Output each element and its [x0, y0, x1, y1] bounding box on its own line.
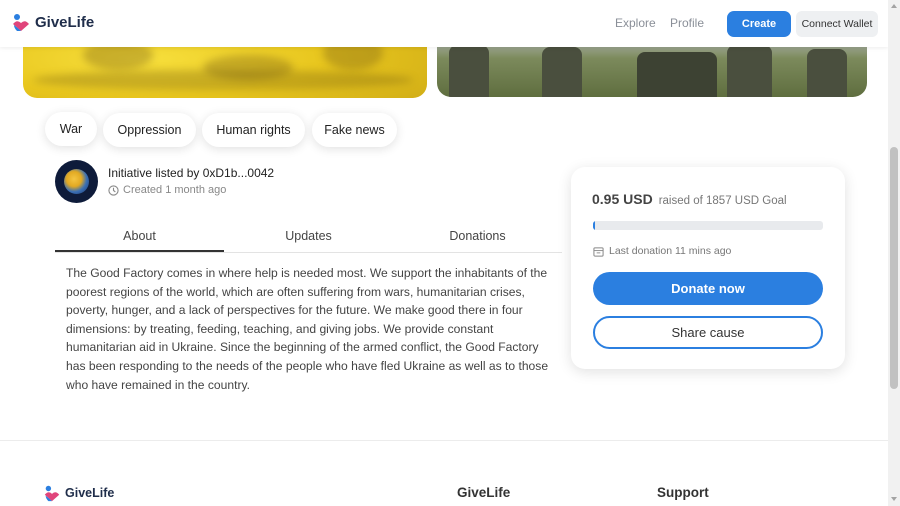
- initiative-listed-by: Initiative listed by 0xD1b...0042: [108, 166, 275, 180]
- nav-profile[interactable]: Profile: [670, 16, 704, 30]
- givelife-logo-icon: [44, 485, 60, 502]
- connect-wallet-button[interactable]: Connect Wallet: [796, 11, 878, 37]
- calendar-icon: [593, 246, 604, 257]
- footer-logo-text: GiveLife: [65, 486, 115, 500]
- donate-now-button[interactable]: Donate now: [593, 272, 823, 305]
- raised-amount: 0.95 USD: [592, 191, 653, 207]
- logo-text: GiveLife: [35, 13, 95, 31]
- share-cause-button[interactable]: Share cause: [593, 316, 823, 349]
- clock-icon: [108, 184, 119, 196]
- tag-oppression[interactable]: Oppression: [103, 113, 196, 147]
- logo[interactable]: GiveLife: [11, 12, 94, 32]
- create-button[interactable]: Create: [727, 11, 791, 37]
- created-time: Created 1 month ago: [108, 184, 226, 196]
- tab-updates[interactable]: Updates: [224, 222, 393, 252]
- created-text: Created 1 month ago: [123, 184, 227, 196]
- footer-column-support: Support: [657, 485, 709, 500]
- footer-column-givelife: GiveLife: [457, 485, 511, 500]
- initiative-tabs: About Updates Donations: [55, 222, 562, 253]
- footer-divider: [0, 440, 888, 441]
- about-text: The Good Factory comes in where help is …: [66, 266, 549, 392]
- raised-summary: 0.95 USD raised of 1857 USD Goal: [592, 191, 787, 207]
- scroll-down-arrow-icon[interactable]: [891, 497, 897, 501]
- scrollbar-thumb[interactable]: [890, 147, 898, 389]
- nav-explore[interactable]: Explore: [615, 16, 656, 30]
- tab-donations[interactable]: Donations: [393, 222, 562, 252]
- scroll-up-arrow-icon[interactable]: [891, 4, 897, 8]
- tab-about[interactable]: About: [55, 222, 224, 252]
- page-scrollbar[interactable]: [888, 0, 900, 506]
- tag-fake-news[interactable]: Fake news: [312, 113, 397, 147]
- footer-logo[interactable]: GiveLife: [43, 484, 114, 502]
- donation-progress-bar: [593, 221, 823, 230]
- tag-human-rights[interactable]: Human rights: [202, 113, 305, 147]
- donation-card: 0.95 USD raised of 1857 USD Goal Last do…: [571, 167, 845, 369]
- progress-fill: [593, 221, 596, 230]
- givelife-logo-icon: [13, 14, 29, 31]
- tag-war[interactable]: War: [45, 112, 97, 146]
- last-donation: Last donation 11 mins ago: [593, 245, 731, 257]
- goal-text: raised of 1857 USD Goal: [658, 195, 787, 207]
- last-donation-text: Last donation 11 mins ago: [609, 245, 732, 257]
- top-navbar: GiveLife Explore Profile Create Connect …: [0, 0, 888, 47]
- initiative-avatar: [55, 160, 98, 203]
